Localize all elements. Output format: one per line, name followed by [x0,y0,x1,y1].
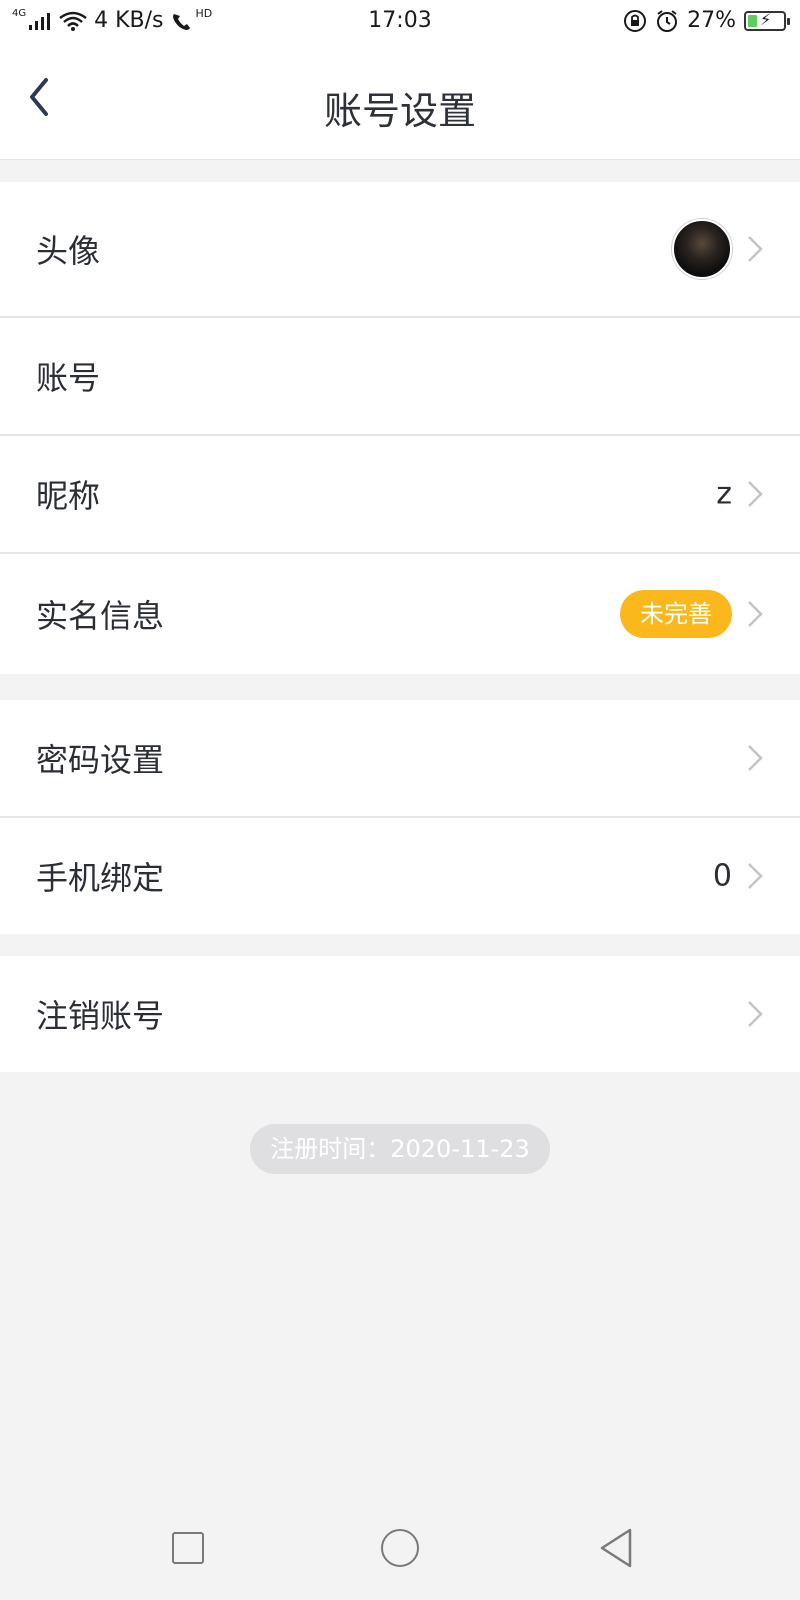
phone-binding-label: 手机绑定 [36,859,165,897]
row-password[interactable]: 密码设置 [0,700,800,818]
avatar [672,219,732,279]
registration-time: 注册时间：2020-11-23 [250,1124,550,1174]
account-label: 账号 [36,359,101,397]
chevron-right-icon [748,745,763,771]
charging-icon: ⚡ [760,9,772,29]
password-label: 密码设置 [36,741,165,779]
page-title: 账号设置 [323,89,476,133]
home-button[interactable] [381,1529,419,1567]
settings-group-profile: 头像 账号 昵称 z 实名信息 未完善 [0,182,800,674]
status-bar: 4G 4 KB/s HD 17:03 27% ⚡ [0,0,800,42]
rotation-lock-icon [624,9,647,32]
battery-icon: ⚡ [744,9,790,31]
row-deactivate-account[interactable]: 注销账号 [0,956,800,1072]
deactivate-label: 注销账号 [36,997,165,1035]
row-avatar[interactable]: 头像 [0,182,800,318]
nav-back-icon[interactable] [596,1526,636,1570]
system-nav-bar [0,1492,800,1600]
battery-percent: 27% [687,8,736,33]
settings-group-deactivate: 注销账号 [0,956,800,1072]
chevron-right-icon [748,863,763,889]
top-bar: 账号设置 [0,42,800,160]
chevron-right-icon [748,236,763,262]
chevron-right-icon [748,481,763,507]
avatar-label: 头像 [36,232,101,270]
phone-binding-value: 0 [712,858,732,894]
row-account: 账号 [0,318,800,436]
row-nickname[interactable]: 昵称 z [0,436,800,554]
row-real-name[interactable]: 实名信息 未完善 [0,554,800,674]
chevron-right-icon [748,601,763,627]
settings-group-security: 密码设置 手机绑定 0 [0,700,800,934]
status-right: 27% ⚡ [623,8,790,33]
status-badge: 未完善 [620,590,732,638]
alarm-icon [657,9,678,32]
chevron-right-icon [748,1001,763,1027]
row-phone-binding[interactable]: 手机绑定 0 [0,818,800,934]
nickname-value: z [716,476,732,512]
battery-fill [748,14,757,27]
recent-apps-button[interactable] [172,1532,204,1564]
nickname-label: 昵称 [36,477,101,515]
real-name-label: 实名信息 [36,597,165,635]
